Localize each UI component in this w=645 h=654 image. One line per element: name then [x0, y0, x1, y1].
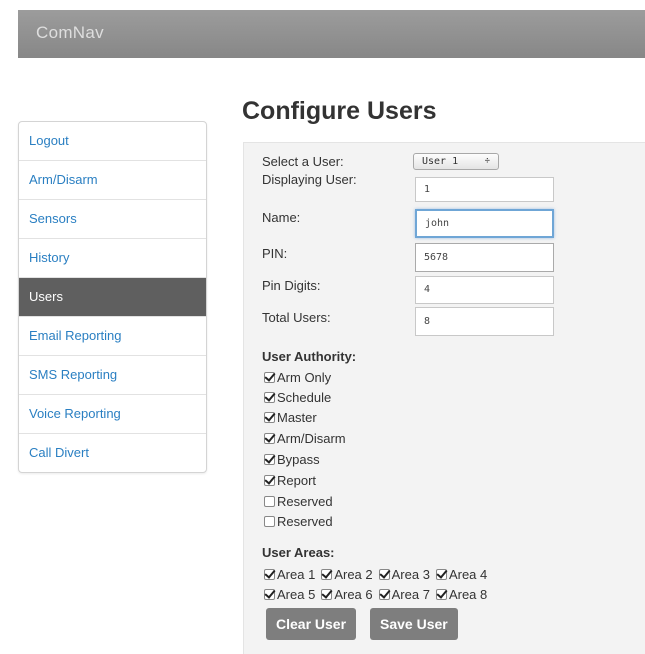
area-label: Area 7 — [391, 587, 430, 602]
authority-arm-disarm[interactable]: Arm/Disarm — [264, 429, 346, 449]
checkbox-checked-icon[interactable] — [264, 454, 275, 465]
area-label: Area 6 — [334, 587, 373, 602]
pin-input[interactable]: 5678 — [415, 243, 554, 272]
checkbox-checked-icon[interactable] — [264, 372, 275, 383]
sidebar-item-users[interactable]: Users — [19, 278, 206, 317]
authority-label: Schedule — [277, 390, 332, 405]
displaying-user-label: Displaying User: — [262, 172, 357, 187]
checkbox-unchecked-icon[interactable] — [264, 516, 275, 527]
user-areas-title: User Areas: — [262, 545, 335, 560]
sidebar-item-history[interactable]: History — [19, 239, 206, 278]
checkbox-checked-icon[interactable] — [264, 412, 275, 423]
area-7[interactable]: Area 7 — [378, 585, 430, 605]
area-label: Area 8 — [448, 587, 488, 602]
area-3[interactable]: Area 3 — [378, 565, 430, 585]
authority-report[interactable]: Report — [264, 471, 316, 491]
area-1[interactable]: Area 1 — [264, 565, 315, 585]
page-title: Configure Users — [242, 97, 437, 125]
authority-bypass[interactable]: Bypass — [264, 450, 320, 470]
user-select-value: User 1 — [422, 156, 459, 167]
sidebar-item-email-reporting[interactable]: Email Reporting — [19, 317, 206, 356]
sidebar-item-call-divert[interactable]: Call Divert — [19, 434, 206, 472]
sidebar-item-voice-reporting[interactable]: Voice Reporting — [19, 395, 206, 434]
sidebar-item-logout[interactable]: Logout — [19, 122, 206, 161]
total-users-label: Total Users: — [262, 310, 331, 325]
authority-master[interactable]: Master — [264, 408, 317, 428]
checkbox-checked-icon[interactable] — [321, 589, 333, 600]
area-6[interactable]: Area 6 — [321, 585, 373, 605]
authority-label: Reserved — [277, 514, 333, 529]
authority-label: Report — [277, 473, 317, 488]
pin-digits-field[interactable]: 4 — [415, 276, 554, 304]
authority-label: Arm/Disarm — [277, 431, 346, 446]
clear-user-button[interactable]: Clear User — [266, 608, 357, 640]
checkbox-checked-icon[interactable] — [378, 589, 390, 600]
name-label: Name: — [262, 210, 301, 225]
authority-arm-only[interactable]: Arm Only — [264, 368, 331, 388]
displaying-user-field[interactable]: 1 — [415, 177, 554, 202]
authority-label: Master — [277, 410, 317, 425]
sidebar-item-sms-reporting[interactable]: SMS Reporting — [19, 356, 206, 395]
areas-row-2: Area 5 Area 6 Area 7 Area 8 — [264, 585, 493, 605]
area-2[interactable]: Area 2 — [321, 565, 373, 585]
authority-label: Arm Only — [277, 370, 332, 385]
top-navbar: ComNav — [18, 10, 645, 58]
area-5[interactable]: Area 5 — [264, 585, 315, 605]
area-label: Area 1 — [277, 567, 316, 582]
authority-label: Bypass — [277, 452, 320, 467]
total-users-field[interactable]: 8 — [415, 307, 554, 336]
authority-reserved-2[interactable]: Reserved — [264, 512, 333, 532]
authority-reserved-1[interactable]: Reserved — [264, 492, 333, 512]
sidebar-nav: Logout Arm/Disarm Sensors History Users … — [18, 121, 207, 473]
area-label: Area 3 — [391, 567, 430, 582]
checkbox-checked-icon[interactable] — [264, 569, 275, 580]
save-user-button[interactable]: Save User — [370, 608, 458, 640]
select-arrows-icon: ÷ — [484, 156, 490, 166]
pin-label: PIN: — [262, 246, 288, 261]
user-select[interactable]: User 1 ÷ — [413, 153, 499, 170]
checkbox-checked-icon[interactable] — [435, 569, 447, 580]
area-label: Area 2 — [334, 567, 373, 582]
areas-row-1: Area 1 Area 2 Area 3 Area 4 — [264, 565, 493, 585]
area-label: Area 4 — [448, 567, 488, 582]
authority-schedule[interactable]: Schedule — [264, 388, 331, 408]
checkbox-checked-icon[interactable] — [264, 392, 275, 403]
name-input[interactable]: john — [415, 209, 554, 238]
checkbox-checked-icon[interactable] — [264, 433, 275, 444]
user-authority-title: User Authority: — [262, 349, 357, 364]
checkbox-checked-icon[interactable] — [264, 589, 275, 600]
sidebar-item-arm-disarm[interactable]: Arm/Disarm — [19, 161, 206, 200]
authority-label: Reserved — [277, 494, 333, 509]
sidebar-item-sensors[interactable]: Sensors — [19, 200, 206, 239]
checkbox-checked-icon[interactable] — [435, 589, 447, 600]
area-8[interactable]: Area 8 — [435, 585, 488, 605]
checkbox-checked-icon[interactable] — [321, 569, 333, 580]
checkbox-checked-icon[interactable] — [264, 475, 275, 486]
checkbox-unchecked-icon[interactable] — [264, 496, 275, 507]
pin-digits-label: Pin Digits: — [262, 278, 321, 293]
select-user-label: Select a User: — [262, 154, 344, 169]
checkbox-checked-icon[interactable] — [378, 569, 390, 580]
area-label: Area 5 — [277, 587, 316, 602]
area-4[interactable]: Area 4 — [435, 565, 488, 585]
brand-logo[interactable]: ComNav — [36, 23, 104, 43]
